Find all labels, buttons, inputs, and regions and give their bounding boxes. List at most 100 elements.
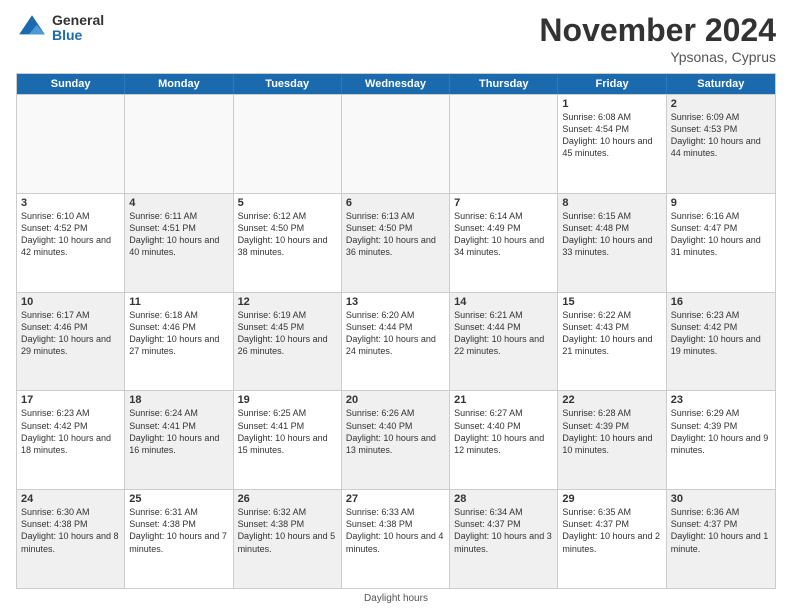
day-number: 27 — [346, 493, 445, 505]
cal-cell-empty-0-2 — [234, 95, 342, 193]
day-info: Sunrise: 6:32 AM Sunset: 4:38 PM Dayligh… — [238, 506, 337, 555]
cal-week-5: 24Sunrise: 6:30 AM Sunset: 4:38 PM Dayli… — [17, 489, 775, 588]
day-number: 2 — [671, 98, 771, 110]
cal-cell-14: 14Sunrise: 6:21 AM Sunset: 4:44 PM Dayli… — [450, 293, 558, 391]
day-number: 29 — [562, 493, 661, 505]
day-number: 22 — [562, 394, 661, 406]
cal-cell-20: 20Sunrise: 6:26 AM Sunset: 4:40 PM Dayli… — [342, 391, 450, 489]
cal-cell-2: 2Sunrise: 6:09 AM Sunset: 4:53 PM Daylig… — [667, 95, 775, 193]
day-number: 15 — [562, 296, 661, 308]
cal-cell-22: 22Sunrise: 6:28 AM Sunset: 4:39 PM Dayli… — [558, 391, 666, 489]
calendar-header-row: SundayMondayTuesdayWednesdayThursdayFrid… — [17, 74, 775, 94]
cal-cell-empty-0-1 — [125, 95, 233, 193]
cal-header-tuesday: Tuesday — [234, 74, 342, 94]
day-info: Sunrise: 6:22 AM Sunset: 4:43 PM Dayligh… — [562, 309, 661, 358]
cal-cell-11: 11Sunrise: 6:18 AM Sunset: 4:46 PM Dayli… — [125, 293, 233, 391]
day-info: Sunrise: 6:10 AM Sunset: 4:52 PM Dayligh… — [21, 210, 120, 259]
logo-general: General — [52, 13, 104, 28]
title-location: Ypsonas, Cyprus — [539, 49, 776, 65]
day-info: Sunrise: 6:34 AM Sunset: 4:37 PM Dayligh… — [454, 506, 553, 555]
day-number: 26 — [238, 493, 337, 505]
day-info: Sunrise: 6:17 AM Sunset: 4:46 PM Dayligh… — [21, 309, 120, 358]
cal-cell-5: 5Sunrise: 6:12 AM Sunset: 4:50 PM Daylig… — [234, 194, 342, 292]
day-number: 3 — [21, 197, 120, 209]
logo-text: General Blue — [52, 13, 104, 44]
cal-header-sunday: Sunday — [17, 74, 125, 94]
cal-cell-12: 12Sunrise: 6:19 AM Sunset: 4:45 PM Dayli… — [234, 293, 342, 391]
day-info: Sunrise: 6:27 AM Sunset: 4:40 PM Dayligh… — [454, 407, 553, 456]
cal-cell-15: 15Sunrise: 6:22 AM Sunset: 4:43 PM Dayli… — [558, 293, 666, 391]
day-number: 10 — [21, 296, 120, 308]
cal-cell-23: 23Sunrise: 6:29 AM Sunset: 4:39 PM Dayli… — [667, 391, 775, 489]
day-number: 30 — [671, 493, 771, 505]
day-number: 21 — [454, 394, 553, 406]
cal-cell-3: 3Sunrise: 6:10 AM Sunset: 4:52 PM Daylig… — [17, 194, 125, 292]
calendar: SundayMondayTuesdayWednesdayThursdayFrid… — [16, 73, 776, 589]
day-number: 9 — [671, 197, 771, 209]
page: General Blue November 2024 Ypsonas, Cypr… — [0, 0, 792, 612]
day-info: Sunrise: 6:25 AM Sunset: 4:41 PM Dayligh… — [238, 407, 337, 456]
day-info: Sunrise: 6:08 AM Sunset: 4:54 PM Dayligh… — [562, 111, 661, 160]
cal-week-3: 10Sunrise: 6:17 AM Sunset: 4:46 PM Dayli… — [17, 292, 775, 391]
cal-cell-4: 4Sunrise: 6:11 AM Sunset: 4:51 PM Daylig… — [125, 194, 233, 292]
cal-cell-8: 8Sunrise: 6:15 AM Sunset: 4:48 PM Daylig… — [558, 194, 666, 292]
day-info: Sunrise: 6:14 AM Sunset: 4:49 PM Dayligh… — [454, 210, 553, 259]
cal-cell-empty-0-0 — [17, 95, 125, 193]
day-number: 8 — [562, 197, 661, 209]
day-number: 18 — [129, 394, 228, 406]
day-info: Sunrise: 6:33 AM Sunset: 4:38 PM Dayligh… — [346, 506, 445, 555]
title-block: November 2024 Ypsonas, Cyprus — [539, 12, 776, 65]
day-info: Sunrise: 6:23 AM Sunset: 4:42 PM Dayligh… — [21, 407, 120, 456]
day-number: 23 — [671, 394, 771, 406]
cal-cell-19: 19Sunrise: 6:25 AM Sunset: 4:41 PM Dayli… — [234, 391, 342, 489]
cal-cell-18: 18Sunrise: 6:24 AM Sunset: 4:41 PM Dayli… — [125, 391, 233, 489]
cal-cell-16: 16Sunrise: 6:23 AM Sunset: 4:42 PM Dayli… — [667, 293, 775, 391]
day-number: 28 — [454, 493, 553, 505]
cal-cell-30: 30Sunrise: 6:36 AM Sunset: 4:37 PM Dayli… — [667, 490, 775, 588]
day-info: Sunrise: 6:15 AM Sunset: 4:48 PM Dayligh… — [562, 210, 661, 259]
cal-cell-1: 1Sunrise: 6:08 AM Sunset: 4:54 PM Daylig… — [558, 95, 666, 193]
cal-cell-27: 27Sunrise: 6:33 AM Sunset: 4:38 PM Dayli… — [342, 490, 450, 588]
cal-header-saturday: Saturday — [667, 74, 775, 94]
day-number: 6 — [346, 197, 445, 209]
cal-week-2: 3Sunrise: 6:10 AM Sunset: 4:52 PM Daylig… — [17, 193, 775, 292]
cal-cell-6: 6Sunrise: 6:13 AM Sunset: 4:50 PM Daylig… — [342, 194, 450, 292]
cal-cell-7: 7Sunrise: 6:14 AM Sunset: 4:49 PM Daylig… — [450, 194, 558, 292]
day-number: 14 — [454, 296, 553, 308]
day-number: 5 — [238, 197, 337, 209]
day-info: Sunrise: 6:11 AM Sunset: 4:51 PM Dayligh… — [129, 210, 228, 259]
day-info: Sunrise: 6:24 AM Sunset: 4:41 PM Dayligh… — [129, 407, 228, 456]
header: General Blue November 2024 Ypsonas, Cypr… — [16, 12, 776, 65]
day-number: 25 — [129, 493, 228, 505]
day-info: Sunrise: 6:28 AM Sunset: 4:39 PM Dayligh… — [562, 407, 661, 456]
day-info: Sunrise: 6:16 AM Sunset: 4:47 PM Dayligh… — [671, 210, 771, 259]
logo-blue: Blue — [52, 28, 104, 43]
cal-cell-empty-0-4 — [450, 95, 558, 193]
day-info: Sunrise: 6:23 AM Sunset: 4:42 PM Dayligh… — [671, 309, 771, 358]
cal-cell-28: 28Sunrise: 6:34 AM Sunset: 4:37 PM Dayli… — [450, 490, 558, 588]
day-info: Sunrise: 6:09 AM Sunset: 4:53 PM Dayligh… — [671, 111, 771, 160]
day-info: Sunrise: 6:12 AM Sunset: 4:50 PM Dayligh… — [238, 210, 337, 259]
day-info: Sunrise: 6:31 AM Sunset: 4:38 PM Dayligh… — [129, 506, 228, 555]
title-month: November 2024 — [539, 12, 776, 49]
day-info: Sunrise: 6:21 AM Sunset: 4:44 PM Dayligh… — [454, 309, 553, 358]
cal-cell-29: 29Sunrise: 6:35 AM Sunset: 4:37 PM Dayli… — [558, 490, 666, 588]
day-number: 1 — [562, 98, 661, 110]
calendar-body: 1Sunrise: 6:08 AM Sunset: 4:54 PM Daylig… — [17, 94, 775, 588]
cal-header-thursday: Thursday — [450, 74, 558, 94]
day-number: 7 — [454, 197, 553, 209]
day-number: 12 — [238, 296, 337, 308]
day-number: 24 — [21, 493, 120, 505]
day-info: Sunrise: 6:30 AM Sunset: 4:38 PM Dayligh… — [21, 506, 120, 555]
logo-icon — [16, 12, 48, 44]
cal-header-monday: Monday — [125, 74, 233, 94]
day-number: 4 — [129, 197, 228, 209]
cal-cell-25: 25Sunrise: 6:31 AM Sunset: 4:38 PM Dayli… — [125, 490, 233, 588]
cal-cell-26: 26Sunrise: 6:32 AM Sunset: 4:38 PM Dayli… — [234, 490, 342, 588]
day-info: Sunrise: 6:36 AM Sunset: 4:37 PM Dayligh… — [671, 506, 771, 555]
footer-note: Daylight hours — [16, 593, 776, 604]
cal-cell-13: 13Sunrise: 6:20 AM Sunset: 4:44 PM Dayli… — [342, 293, 450, 391]
cal-week-4: 17Sunrise: 6:23 AM Sunset: 4:42 PM Dayli… — [17, 390, 775, 489]
cal-cell-21: 21Sunrise: 6:27 AM Sunset: 4:40 PM Dayli… — [450, 391, 558, 489]
day-info: Sunrise: 6:18 AM Sunset: 4:46 PM Dayligh… — [129, 309, 228, 358]
